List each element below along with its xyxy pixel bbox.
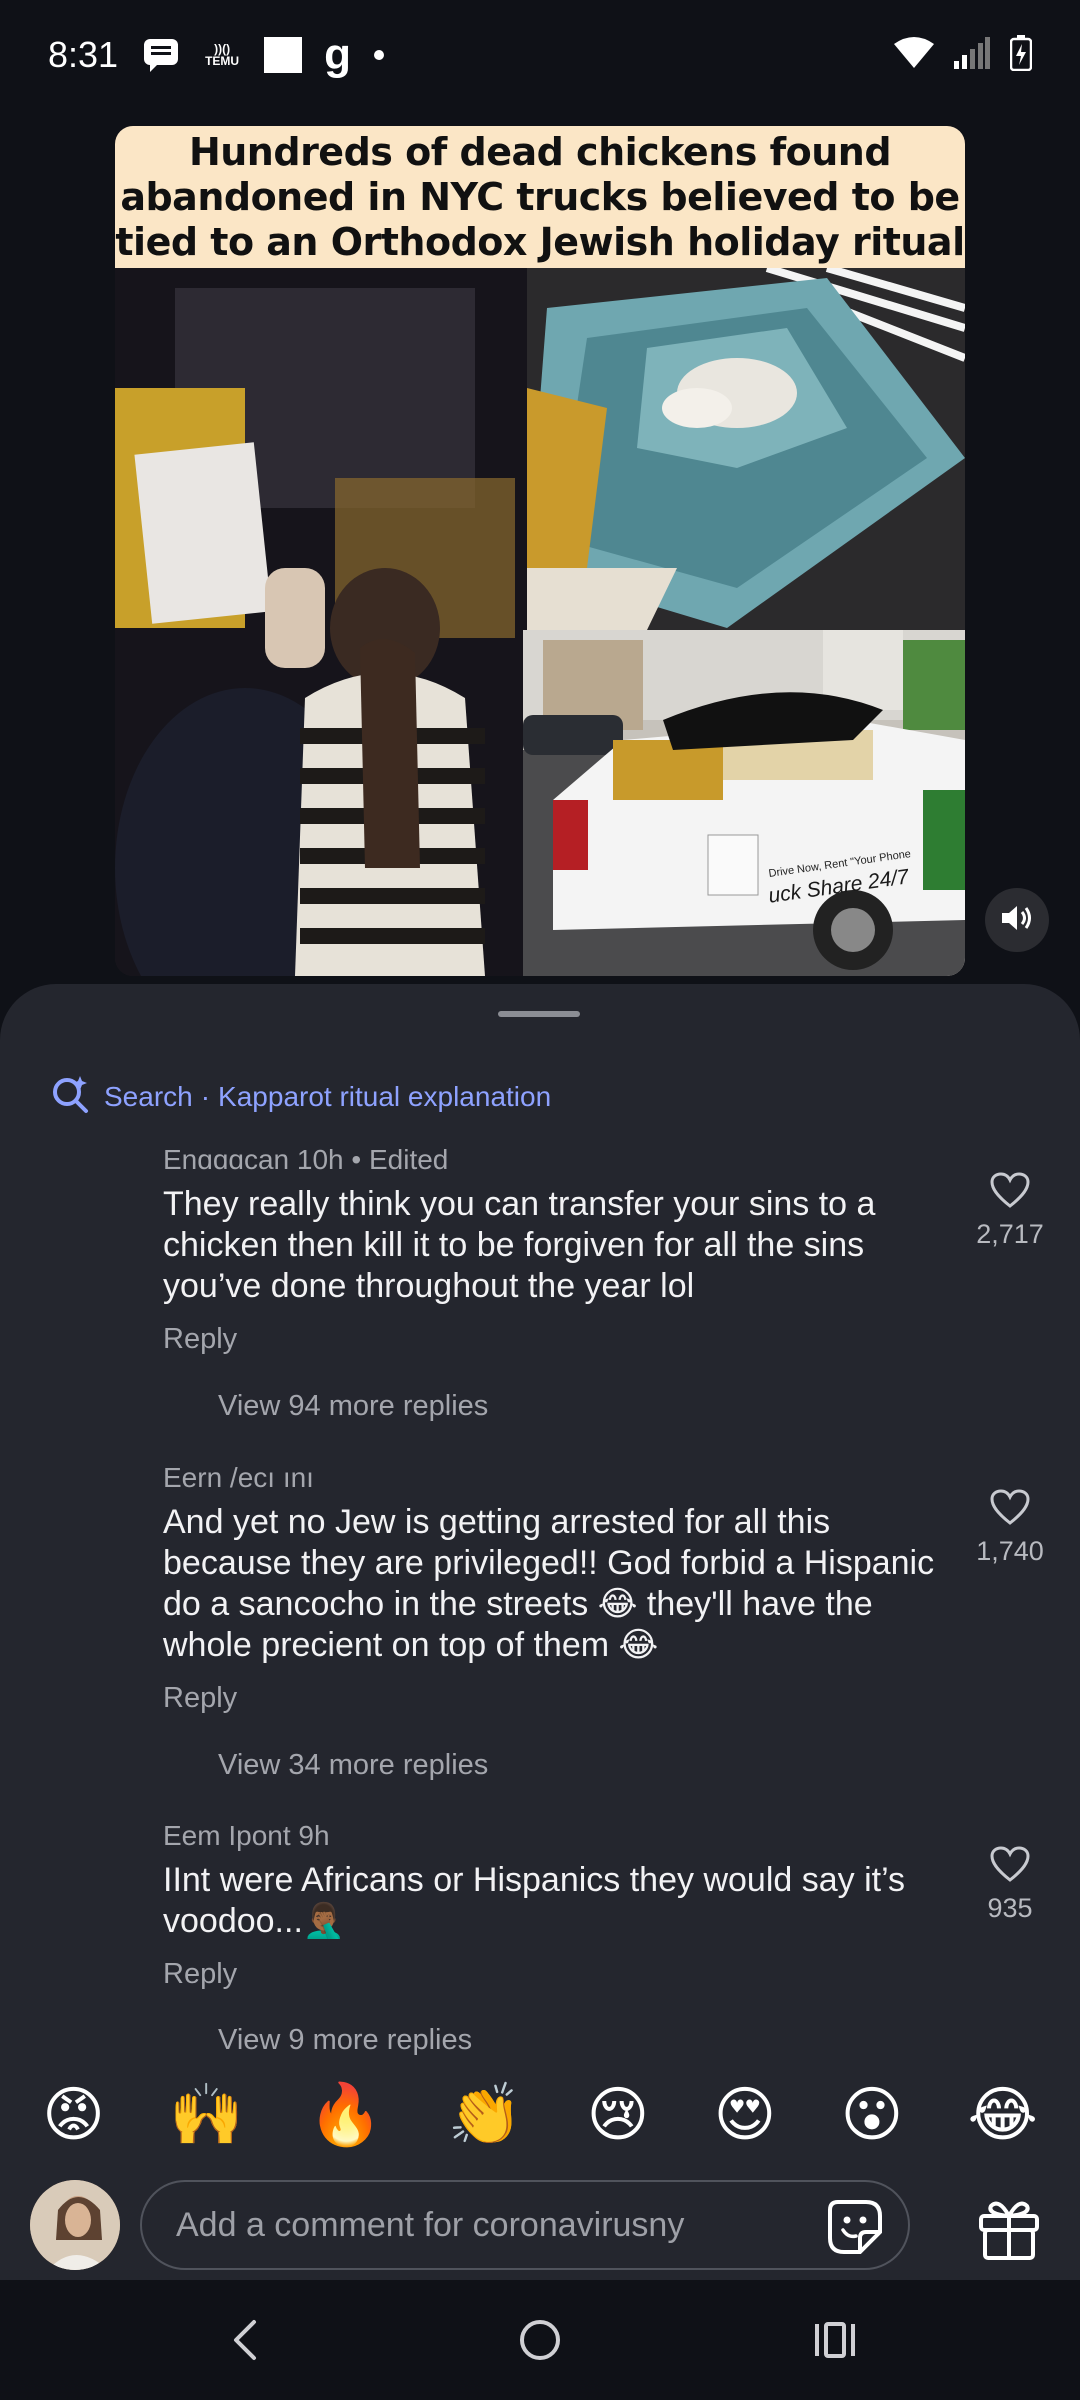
dot-icon <box>373 49 385 61</box>
search-separator: · <box>200 1080 211 1112</box>
comment-body: IInt were Africans or Hispanics they wou… <box>163 1861 906 1940</box>
heart-icon <box>990 1846 1030 1886</box>
comment-body: They really think you can transfer your … <box>163 1185 876 1305</box>
search-suggestion[interactable]: Search · Kapparot ritual explanation <box>50 1074 551 1119</box>
emoji-raised-hands[interactable]: 🙌 <box>169 2080 244 2150</box>
comment-meta: 10h • Edited <box>296 1144 449 1175</box>
comment-body: And yet no Jew is getting arrested for a… <box>163 1503 935 1664</box>
like-button[interactable]: 1,740 <box>960 1489 1060 1567</box>
like-button[interactable]: 2,717 <box>960 1172 1060 1250</box>
emoji-laughing[interactable]: 😂 <box>968 2080 1038 2150</box>
volume-icon <box>1000 903 1034 938</box>
comment-input-placeholder: Add a comment for coronavirusny <box>176 2205 685 2244</box>
avatar[interactable] <box>30 2180 120 2270</box>
emoji-clap[interactable]: 👏 <box>447 2080 522 2150</box>
like-count: 935 <box>987 1893 1033 1923</box>
emoji-reaction-bar: 😡 🙌 🔥 👏 😢 😍 😮 😂 <box>0 2070 1080 2160</box>
reply-button[interactable]: Reply <box>163 1682 943 1715</box>
wifi-icon <box>894 36 934 74</box>
emoji-surprised[interactable]: 😮 <box>841 2080 904 2150</box>
emoji-angry[interactable]: 😡 <box>42 2080 105 2150</box>
temu-icon-label: TEMU <box>205 54 240 68</box>
search-label: Search <box>104 1080 193 1112</box>
like-count: 1,740 <box>976 1536 1044 1566</box>
comment-composer: Add a comment for coronavirusny <box>0 2172 1080 2280</box>
emoji-crying[interactable]: 😢 <box>587 2080 650 2150</box>
back-icon[interactable] <box>215 2310 275 2370</box>
like-button[interactable]: 935 <box>960 1846 1060 1924</box>
comment: Enɑɑɑcan 10h • Edited They really think … <box>163 1144 943 1356</box>
view-more-replies[interactable]: View 94 more replies <box>218 1390 488 1423</box>
comment-author[interactable]: Enɑɑɑcan <box>163 1144 289 1175</box>
emoji-fire[interactable]: 🔥 <box>308 2080 383 2150</box>
messages-icon <box>142 37 180 73</box>
temu-icon: ))() TEMU <box>202 43 242 67</box>
heart-icon <box>990 1489 1030 1529</box>
search-query: Kapparot ritual explanation <box>218 1080 552 1112</box>
status-bar: 8:31 ))() TEMU g <box>0 0 1080 110</box>
gift-icon[interactable] <box>975 2194 1043 2262</box>
like-count: 2,717 <box>976 1219 1044 1249</box>
comment-author[interactable]: Eem Ipont <box>163 1820 291 1851</box>
heart-icon <box>990 1172 1030 1212</box>
sound-toggle-button[interactable] <box>985 888 1049 952</box>
reply-button[interactable]: Reply <box>163 1323 943 1356</box>
headline-line: abandoned in NYC trucks believed to be <box>120 175 960 219</box>
photo-crates-chickens <box>527 268 965 630</box>
view-more-replies[interactable]: View 34 more replies <box>218 1749 488 1782</box>
comment-author-line: Eern /ecı ını <box>163 1462 943 1494</box>
comment: Eern /ecı ını And yet no Jew is getting … <box>163 1462 943 1715</box>
photo-crowd-night <box>115 268 527 976</box>
white-square-icon <box>264 37 303 73</box>
system-nav-bar <box>0 2280 1080 2400</box>
reply-button[interactable]: Reply <box>163 1958 943 1991</box>
signal-icon <box>954 36 990 74</box>
post-headline: Hundreds of dead chickens found abandone… <box>115 126 965 268</box>
battery-charging-icon <box>1009 34 1033 76</box>
sticker-icon[interactable] <box>826 2198 884 2256</box>
headline-line: tied to an Orthodox Jewish holiday ritua… <box>115 220 965 264</box>
g-icon: g <box>324 30 351 79</box>
sparkle-search-icon <box>50 1074 90 1119</box>
comment: Eem Ipont 9h IInt were Africans or Hispa… <box>163 1820 943 1991</box>
home-icon[interactable] <box>510 2310 570 2370</box>
comment-meta: 9h <box>298 1820 330 1851</box>
view-more-replies[interactable]: View 9 more replies <box>218 2024 472 2057</box>
sheet-drag-handle[interactable] <box>498 1011 580 1017</box>
post-image[interactable]: Hundreds of dead chickens found abandone… <box>115 126 965 976</box>
comment-author[interactable]: Eern /ecı ını <box>163 1462 314 1493</box>
emoji-heart-eyes[interactable]: 😍 <box>714 2080 777 2150</box>
status-right-icons <box>894 34 1033 76</box>
photo-truck: Drive Now, Rent "Your Phone uck Share 24… <box>523 630 965 976</box>
comment-author-line: Enɑɑɑcan 10h • Edited <box>163 1144 943 1176</box>
recents-icon[interactable] <box>805 2310 865 2370</box>
comment-input[interactable]: Add a comment for coronavirusny <box>140 2180 910 2270</box>
comment-author-line: Eem Ipont 9h <box>163 1820 943 1852</box>
status-time: 8:31 <box>48 34 119 75</box>
headline-line: Hundreds of dead chickens found <box>188 130 892 174</box>
